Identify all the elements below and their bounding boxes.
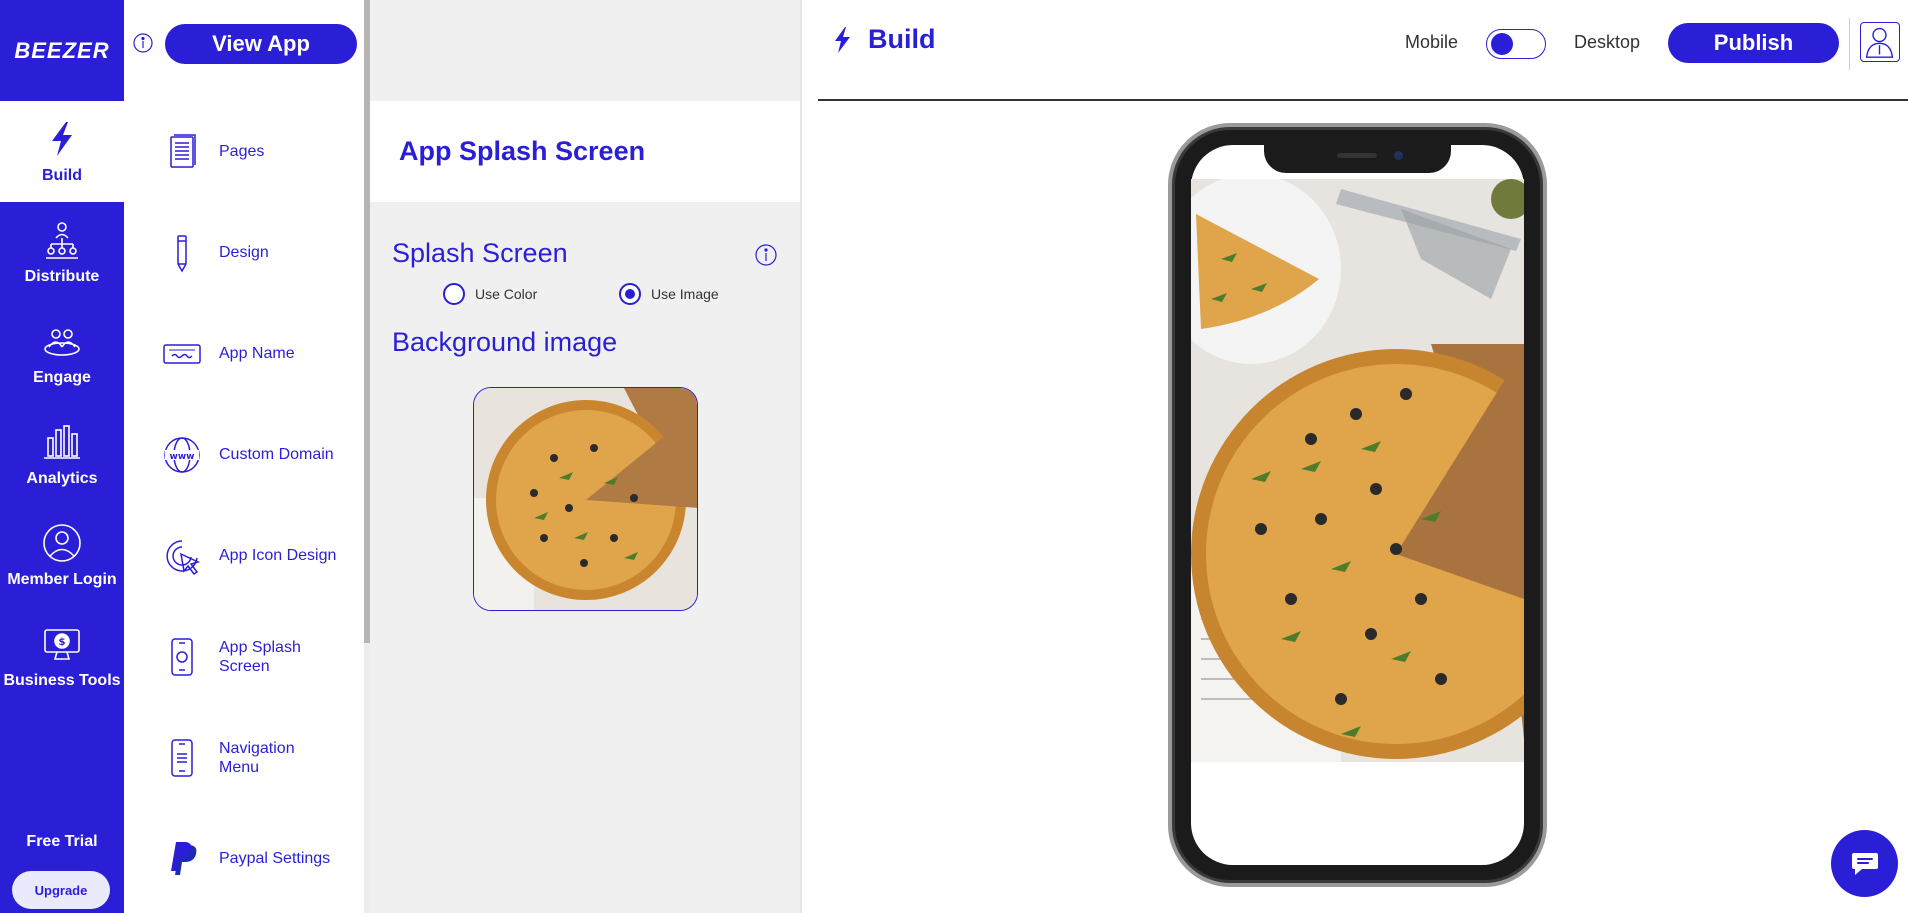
globe-icon: www bbox=[164, 436, 200, 473]
rail-item-label: Build bbox=[42, 166, 82, 184]
menu-item-label: App Splash Screen bbox=[219, 638, 301, 675]
menu-item-label: Paypal Settings bbox=[219, 850, 331, 867]
rail-item-analytics[interactable]: Analytics bbox=[0, 404, 124, 505]
menu-item-custom-domain[interactable]: www Custom Domain bbox=[124, 404, 364, 505]
menu-item-design[interactable]: Design bbox=[124, 202, 364, 303]
free-trial-label: Free Trial bbox=[26, 833, 98, 850]
pencil-icon bbox=[177, 234, 187, 273]
panel-divider bbox=[800, 0, 802, 913]
app-name-icon bbox=[163, 343, 201, 364]
info-icon[interactable] bbox=[755, 244, 777, 266]
menu-item-paypal-settings[interactable]: Paypal Settings bbox=[124, 808, 364, 909]
use-color-radio[interactable] bbox=[443, 283, 465, 305]
rail-item-member-login[interactable]: Member Login bbox=[0, 505, 124, 606]
member-icon bbox=[43, 523, 81, 562]
toggle-knob bbox=[1491, 33, 1513, 55]
rail-item-business-tools[interactable]: $ Business Tools bbox=[0, 606, 124, 707]
info-icon[interactable] bbox=[133, 33, 153, 53]
splash-screen-heading: Splash Screen bbox=[392, 238, 568, 268]
pages-icon bbox=[170, 133, 196, 168]
menu-item-label: Custom Domain bbox=[219, 446, 334, 463]
publish-button[interactable]: Publish bbox=[1668, 23, 1839, 63]
option-use-image[interactable]: Use Image bbox=[619, 283, 719, 305]
beezer-logo[interactable]: BEEZER bbox=[0, 0, 124, 101]
settings-header: App Splash Screen bbox=[370, 101, 800, 202]
menu-item-label: App Icon Design bbox=[219, 547, 337, 564]
distribute-icon bbox=[46, 221, 78, 259]
menu-item-label: Navigation Menu bbox=[219, 739, 295, 776]
menu-item-app-icon-design[interactable]: App Icon Design bbox=[124, 505, 364, 606]
use-image-radio[interactable] bbox=[619, 283, 641, 305]
paypal-icon bbox=[171, 841, 197, 875]
rail-item-build[interactable]: Build bbox=[0, 101, 124, 202]
rail-item-label: Distribute bbox=[24, 267, 100, 285]
avatar-divider bbox=[1849, 18, 1850, 70]
use-color-label: Use Color bbox=[475, 286, 538, 302]
rail-item-distribute[interactable]: Distribute bbox=[0, 202, 124, 303]
view-app-button[interactable]: View App bbox=[165, 24, 357, 64]
menu-item-navigation-menu[interactable]: Navigation Menu bbox=[124, 707, 364, 808]
menu-item-label: Pages bbox=[219, 143, 265, 160]
menu-item-label: App Name bbox=[219, 345, 295, 362]
menu-item-pages[interactable]: Pages bbox=[124, 101, 364, 202]
desktop-label: Desktop bbox=[1574, 32, 1641, 52]
rail-item-label: Analytics bbox=[26, 469, 98, 487]
rail-item-label: Business Tools bbox=[3, 671, 121, 689]
phone-camera bbox=[1394, 151, 1403, 160]
splash-screen-icon bbox=[171, 637, 193, 676]
lightning-icon bbox=[52, 121, 72, 156]
splash-preview-image bbox=[1191, 179, 1524, 762]
rail-item-engage[interactable]: Engage bbox=[0, 303, 124, 404]
pizza-image bbox=[1191, 179, 1524, 762]
app-root: BEEZER Build Distribute Engage Analytics bbox=[0, 0, 1908, 913]
lightning-icon bbox=[835, 26, 850, 53]
menu-item-app-name[interactable]: App Name bbox=[124, 303, 364, 404]
background-image-heading: Background image bbox=[392, 327, 618, 357]
page-title: Build bbox=[830, 24, 936, 55]
icon-design-icon bbox=[166, 539, 201, 575]
business-tools-icon: $ bbox=[44, 628, 80, 660]
navigation-icon bbox=[171, 738, 193, 777]
background-image-thumbnail[interactable] bbox=[473, 387, 698, 611]
view-mode-toggle[interactable] bbox=[1486, 29, 1546, 59]
primary-rail: BEEZER Build Distribute Engage Analytics bbox=[0, 0, 124, 913]
svg-text:$: $ bbox=[59, 637, 66, 648]
pizza-image bbox=[474, 388, 697, 610]
engage-icon bbox=[44, 328, 80, 356]
topbar-separator bbox=[818, 99, 1908, 101]
phone-speaker bbox=[1337, 153, 1377, 158]
chat-launcher-button[interactable] bbox=[1831, 830, 1898, 897]
menu-item-label: Design bbox=[219, 244, 269, 261]
svg-text:www: www bbox=[170, 452, 195, 462]
rail-item-label: Engage bbox=[33, 368, 91, 386]
option-use-color[interactable]: Use Color bbox=[443, 283, 537, 305]
rail-item-label: Member Login bbox=[7, 570, 117, 588]
chat-icon bbox=[1851, 852, 1878, 875]
page-title-text: Build bbox=[868, 24, 936, 54]
mobile-label: Mobile bbox=[1405, 32, 1459, 52]
user-icon bbox=[1865, 27, 1894, 58]
settings-title: App Splash Screen bbox=[399, 136, 646, 166]
account-avatar[interactable] bbox=[1860, 22, 1900, 62]
use-image-label: Use Image bbox=[651, 286, 719, 302]
upgrade-button[interactable]: Upgrade bbox=[12, 871, 110, 909]
analytics-icon bbox=[44, 424, 80, 459]
menu-item-app-splash-screen[interactable]: App Splash Screen bbox=[124, 606, 364, 707]
